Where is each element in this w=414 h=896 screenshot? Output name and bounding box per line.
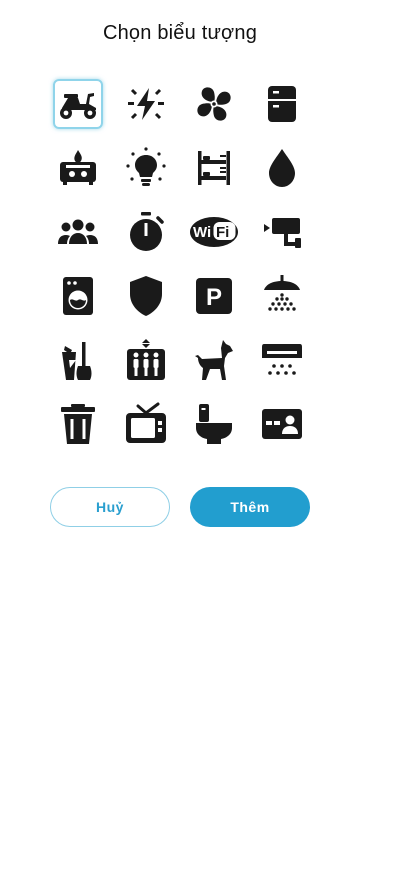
lightbulb-icon xyxy=(126,147,166,186)
elevator-icon xyxy=(127,339,165,380)
icon-option-parking[interactable]: P xyxy=(180,264,248,328)
icon-option-pet-dog[interactable] xyxy=(180,328,248,392)
shield-icon xyxy=(130,276,162,316)
group-icon xyxy=(58,219,98,244)
wifi-text-wi: Wi xyxy=(193,224,211,241)
bunk-bed-icon xyxy=(198,151,230,185)
cancel-button[interactable]: Huỷ xyxy=(50,487,170,527)
timer-icon xyxy=(130,212,164,251)
icon-option-scooter[interactable] xyxy=(44,72,112,136)
shower-icon xyxy=(264,275,300,311)
icon-option-cleaning[interactable] xyxy=(44,328,112,392)
dialog-title: Chọn biểu tượng xyxy=(102,22,258,44)
icon-option-water-drop[interactable] xyxy=(248,136,316,200)
toilet-icon xyxy=(196,404,232,444)
cleaning-icon xyxy=(62,342,92,380)
security-camera-icon xyxy=(264,218,301,248)
icon-option-toilet[interactable] xyxy=(180,392,248,456)
pet-dog-icon xyxy=(195,340,233,380)
icon-option-gas-stove[interactable] xyxy=(44,136,112,200)
icon-option-elevator[interactable] xyxy=(112,328,180,392)
icon-option-security-camera[interactable] xyxy=(248,200,316,264)
wifi-icon: Wi Fi xyxy=(190,217,238,247)
icon-option-trash-bin[interactable] xyxy=(44,392,112,456)
icon-option-washing-machine[interactable] xyxy=(44,264,112,328)
scooter-icon xyxy=(60,93,96,119)
icon-option-fan[interactable] xyxy=(180,72,248,136)
fridge-icon xyxy=(268,86,296,122)
icon-option-timer[interactable] xyxy=(112,200,180,264)
add-button[interactable]: Thêm xyxy=(190,487,310,527)
id-card-icon xyxy=(262,409,302,439)
gas-stove-icon xyxy=(60,150,96,185)
water-drop-icon xyxy=(269,149,295,187)
trash-bin-icon xyxy=(61,404,95,444)
icon-option-shield[interactable] xyxy=(112,264,180,328)
washing-machine-icon xyxy=(63,277,93,315)
icon-option-shower[interactable] xyxy=(248,264,316,328)
icon-option-electricity[interactable] xyxy=(112,72,180,136)
electricity-icon xyxy=(128,88,164,120)
icon-option-fridge[interactable] xyxy=(248,72,316,136)
parking-icon: P xyxy=(196,278,232,314)
air-conditioner-icon xyxy=(262,344,302,375)
parking-letter: P xyxy=(206,284,222,311)
fan-icon xyxy=(197,87,231,121)
icon-option-group[interactable] xyxy=(44,200,112,264)
icon-option-wifi[interactable]: Wi Fi xyxy=(180,200,248,264)
icon-grid: Wi Fi P xyxy=(44,72,316,456)
icon-option-lightbulb[interactable] xyxy=(112,136,180,200)
icon-option-air-conditioner[interactable] xyxy=(248,328,316,392)
icon-option-id-card[interactable] xyxy=(248,392,316,456)
television-icon xyxy=(126,402,166,443)
wifi-text-fi: Fi xyxy=(216,224,229,241)
icon-option-bunk-bed[interactable] xyxy=(180,136,248,200)
icon-option-television[interactable] xyxy=(112,392,180,456)
